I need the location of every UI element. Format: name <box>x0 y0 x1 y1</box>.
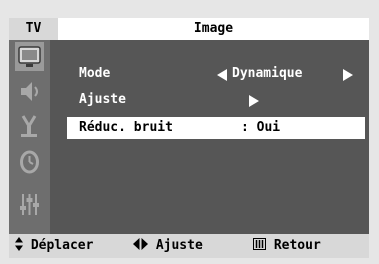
menu-title: Image <box>193 21 234 36</box>
title-bar: TV Image <box>9 18 369 40</box>
footer-adjust-label: Ajuste <box>155 238 203 253</box>
icon-column <box>9 40 50 234</box>
left-right-arrow-icon <box>133 238 148 250</box>
footer-move-label: Déplacer <box>30 238 94 253</box>
footer-adjust: Ajuste <box>133 234 203 258</box>
reduc-label: Réduc. bruit <box>79 120 173 135</box>
footer-return-label: Retour <box>273 238 321 253</box>
setup-icon[interactable] <box>15 190 44 219</box>
menu-item-mode[interactable]: Mode Dynamique <box>71 63 365 85</box>
channel-icon[interactable] <box>15 112 44 141</box>
footer-bar: Déplacer Ajuste Retour <box>9 234 369 258</box>
menu-item-reduc-bruit[interactable]: Réduc. bruit : Oui <box>67 117 365 139</box>
right-arrow-icon[interactable] <box>343 69 353 81</box>
mode-label: Mode <box>79 66 111 81</box>
reduc-value: : Oui <box>241 120 281 135</box>
picture-icon[interactable] <box>15 42 44 71</box>
osd-menu: TV Image Mode Dynamique Ajuste Réduc. br… <box>9 18 369 258</box>
menu-icon <box>253 238 266 250</box>
menu-item-ajuste[interactable]: Ajuste <box>71 89 365 111</box>
ajuste-label: Ajuste <box>79 92 126 107</box>
timer-icon[interactable] <box>15 147 44 176</box>
left-arrow-icon[interactable] <box>217 69 227 81</box>
footer-return: Retour <box>253 234 321 258</box>
right-arrow-icon[interactable] <box>249 95 259 107</box>
footer-move: Déplacer <box>15 234 93 258</box>
sound-icon[interactable] <box>15 77 44 106</box>
up-down-arrow-icon <box>15 237 23 251</box>
mode-value: Dynamique <box>232 66 303 81</box>
tv-tab[interactable]: TV <box>9 18 58 40</box>
